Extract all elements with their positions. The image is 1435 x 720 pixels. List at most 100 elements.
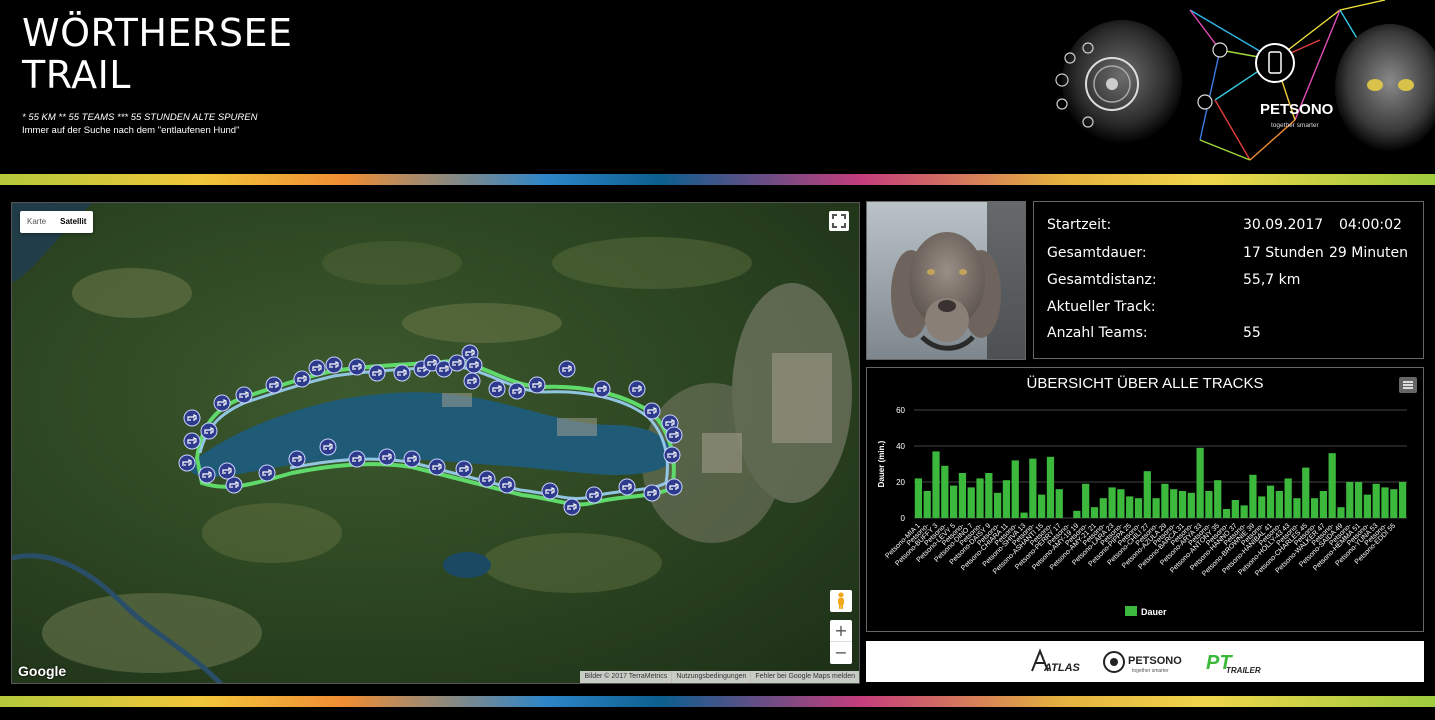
legend-swatch[interactable]: [1125, 606, 1137, 616]
dog-marker-icon[interactable]: [325, 356, 343, 374]
dog-marker-icon[interactable]: [585, 486, 603, 504]
chart-bar[interactable]: [1126, 496, 1134, 518]
chart-bar[interactable]: [967, 487, 975, 518]
dog-marker-icon[interactable]: [403, 450, 421, 468]
chart-bar[interactable]: [1020, 512, 1028, 518]
chart-menu-button[interactable]: [1399, 377, 1417, 393]
chart-bar[interactable]: [1143, 471, 1151, 518]
dog-marker-icon[interactable]: [488, 380, 506, 398]
zoom-in-button[interactable]: +: [830, 620, 852, 642]
dog-marker-icon[interactable]: [663, 446, 681, 464]
chart-bar[interactable]: [1266, 485, 1275, 518]
chart-bar[interactable]: [1055, 489, 1063, 518]
dog-marker-icon[interactable]: [293, 370, 311, 388]
chart-bar[interactable]: [1319, 491, 1327, 518]
dog-marker-icon[interactable]: [319, 438, 337, 456]
chart-bar[interactable]: [994, 492, 1002, 518]
chart-bar[interactable]: [1310, 498, 1319, 518]
dog-marker-icon[interactable]: [178, 454, 196, 472]
dog-marker-icon[interactable]: [213, 394, 231, 412]
dog-marker-icon[interactable]: [393, 364, 411, 382]
pegman-button[interactable]: [830, 590, 852, 612]
dog-marker-icon[interactable]: [498, 476, 516, 494]
dog-marker-icon[interactable]: [528, 376, 546, 394]
chart-bar[interactable]: [1082, 483, 1090, 518]
chart-bar[interactable]: [1134, 498, 1143, 518]
dog-marker-icon[interactable]: [563, 498, 581, 516]
chart-bar[interactable]: [976, 478, 984, 518]
dog-marker-icon[interactable]: [428, 458, 446, 476]
dog-marker-icon[interactable]: [378, 448, 396, 466]
chart-bar[interactable]: [941, 465, 949, 518]
chart-bar[interactable]: [1090, 507, 1099, 518]
chart-bar[interactable]: [932, 451, 940, 518]
dog-marker-icon[interactable]: [218, 462, 236, 480]
chart-bar[interactable]: [1337, 507, 1345, 518]
chart-bar[interactable]: [1398, 482, 1407, 518]
chart-bar[interactable]: [1178, 491, 1187, 518]
dog-marker-icon[interactable]: [198, 466, 216, 484]
fullscreen-button[interactable]: [829, 211, 849, 231]
satellite-map[interactable]: Karte Satellit + − Google Bilder © 2017 …: [11, 202, 860, 684]
chart-bar[interactable]: [1170, 489, 1178, 518]
map-report-error-link[interactable]: Fehler bei Google Maps melden: [750, 671, 859, 683]
dog-marker-icon[interactable]: [258, 464, 276, 482]
dog-marker-icon[interactable]: [183, 409, 201, 427]
dog-marker-icon[interactable]: [465, 356, 483, 374]
dog-marker-icon[interactable]: [265, 376, 283, 394]
chart-bar[interactable]: [1196, 447, 1204, 518]
dog-marker-icon[interactable]: [643, 402, 661, 420]
dog-marker-icon[interactable]: [665, 478, 683, 496]
chart-bar[interactable]: [1108, 487, 1116, 518]
chart-bar[interactable]: [950, 485, 958, 518]
chart-bar[interactable]: [1073, 510, 1081, 518]
chart-bar[interactable]: [1354, 482, 1363, 518]
chart-bar[interactable]: [1372, 483, 1380, 518]
chart-bar[interactable]: [1205, 491, 1213, 518]
dog-marker-icon[interactable]: [628, 380, 646, 398]
dog-marker-icon[interactable]: [448, 354, 466, 372]
legend-label[interactable]: Dauer: [1141, 607, 1167, 617]
chart-bar[interactable]: [1046, 456, 1055, 518]
dog-marker-icon[interactable]: [183, 432, 201, 450]
chart-bar[interactable]: [1099, 498, 1107, 518]
dog-marker-icon[interactable]: [200, 422, 218, 440]
chart-bar[interactable]: [1363, 494, 1371, 518]
chart-bar[interactable]: [1275, 491, 1283, 518]
dog-marker-icon[interactable]: [593, 380, 611, 398]
chart-bar[interactable]: [1390, 489, 1398, 518]
map-terms-link[interactable]: Nutzungsbedingungen: [671, 671, 750, 683]
chart-bar[interactable]: [1161, 483, 1169, 518]
map-type-control[interactable]: Karte Satellit: [20, 211, 94, 233]
chart-bar[interactable]: [1152, 498, 1160, 518]
chart-bar[interactable]: [1222, 509, 1231, 518]
map-type-karte[interactable]: Karte: [20, 211, 53, 233]
dog-marker-icon[interactable]: [463, 372, 481, 390]
dog-marker-icon[interactable]: [455, 460, 473, 478]
zoom-out-button[interactable]: −: [830, 642, 852, 664]
chart-bar[interactable]: [1002, 480, 1011, 518]
chart-bar[interactable]: [1328, 453, 1336, 518]
map-type-satellit[interactable]: Satellit: [53, 211, 93, 233]
chart-bar[interactable]: [914, 478, 923, 518]
chart-bar[interactable]: [1249, 474, 1257, 518]
dog-marker-icon[interactable]: [225, 476, 243, 494]
chart-bar[interactable]: [1117, 489, 1125, 518]
chart-bar[interactable]: [1240, 505, 1248, 518]
dog-marker-icon[interactable]: [665, 426, 683, 444]
dog-marker-icon[interactable]: [478, 470, 496, 488]
dog-marker-icon[interactable]: [618, 478, 636, 496]
chart-bar[interactable]: [1214, 480, 1222, 518]
chart-bar[interactable]: [1284, 478, 1292, 518]
chart-bar[interactable]: [985, 473, 993, 518]
dog-marker-icon[interactable]: [288, 450, 306, 468]
dog-marker-icon[interactable]: [235, 386, 253, 404]
chart-bar[interactable]: [1381, 487, 1389, 518]
dog-marker-icon[interactable]: [368, 364, 386, 382]
chart-bar[interactable]: [1231, 500, 1239, 518]
dog-marker-icon[interactable]: [508, 382, 526, 400]
chart-bar[interactable]: [1293, 498, 1301, 518]
chart-bar[interactable]: [1346, 482, 1354, 518]
chart-bar[interactable]: [1187, 492, 1195, 518]
chart-bar[interactable]: [1029, 458, 1037, 518]
